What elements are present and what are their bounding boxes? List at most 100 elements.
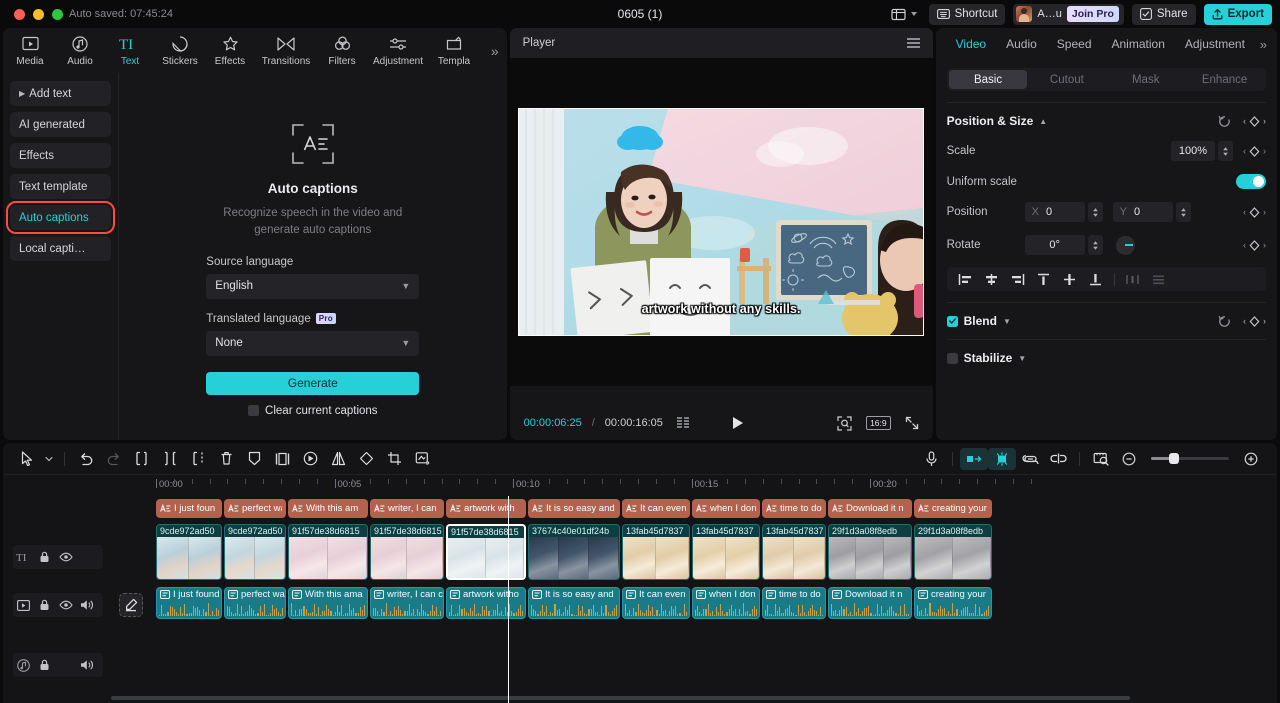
position-keyframe[interactable]: ‹ › <box>1243 207 1266 218</box>
share-button[interactable]: Share <box>1132 4 1196 25</box>
timeline-video-clip[interactable]: 9cde972ad50 <box>156 524 222 580</box>
crop-icon[interactable] <box>380 448 408 470</box>
generate-button[interactable]: Generate <box>206 372 419 395</box>
timeline-video-clip[interactable]: 9cde972ad50 <box>224 524 286 580</box>
delete-icon[interactable] <box>212 448 240 470</box>
scale-keyframe[interactable]: ‹ › <box>1243 146 1266 157</box>
record-voiceover-icon[interactable] <box>917 448 945 470</box>
timeline-audio-clip[interactable]: artwork witho <box>446 587 526 619</box>
category-more-button[interactable]: » <box>491 43 499 59</box>
blend-checkbox[interactable] <box>947 316 958 327</box>
stabilize-section-header[interactable]: Stabilize ▼ <box>947 351 1266 365</box>
select-tool-dropdown-icon[interactable] <box>41 448 57 470</box>
category-filters[interactable]: Filters <box>317 30 367 72</box>
distribute-horizontal-icon[interactable] <box>1120 267 1146 291</box>
category-transitions[interactable]: Transitions <box>255 30 317 72</box>
split-clip-icon[interactable] <box>184 448 212 470</box>
timeline-text-clip[interactable]: perfect wa <box>224 499 286 518</box>
tab-speed[interactable]: Speed <box>1047 37 1102 51</box>
zoom-slider-knob[interactable] <box>1169 453 1179 464</box>
translated-language-select[interactable]: None ▼ <box>206 331 419 356</box>
category-adjustment[interactable]: Adjustment <box>367 30 429 72</box>
hide-track-icon[interactable] <box>55 545 76 569</box>
lock-track-icon[interactable] <box>34 653 55 677</box>
timeline-audio-clip[interactable]: Download it n <box>828 587 912 619</box>
timeline-text-clip[interactable]: artwork with <box>446 499 526 518</box>
segment-basic[interactable]: Basic <box>949 70 1028 89</box>
position-x-input[interactable]: X 0 <box>1025 202 1085 222</box>
reset-icon[interactable] <box>1218 315 1231 328</box>
category-audio[interactable]: Audio <box>55 30 105 72</box>
timeline-audio-clip[interactable]: It is so easy and <box>528 587 620 619</box>
sidebar-item-auto-captions[interactable]: Auto captions <box>10 205 111 230</box>
zoom-to-fit-icon[interactable] <box>837 416 852 431</box>
timeline-horizontal-scrollbar[interactable] <box>111 696 1269 700</box>
rotate-clip-icon[interactable] <box>352 448 380 470</box>
source-language-select[interactable]: English ▼ <box>206 274 419 299</box>
segment-mask[interactable]: Mask <box>1106 70 1185 89</box>
layout-button[interactable] <box>887 4 921 25</box>
reset-icon[interactable] <box>1218 115 1231 128</box>
rotate-stepper[interactable] <box>1088 235 1103 255</box>
position-y-input[interactable]: Y 0 <box>1113 202 1173 222</box>
marker-icon[interactable] <box>240 448 268 470</box>
sidebar-item-add-text[interactable]: ▶ Add text <box>10 81 111 106</box>
tab-adjustment[interactable]: Adjustment <box>1175 37 1255 51</box>
account-chip[interactable]: A…u Join Pro <box>1013 4 1123 25</box>
timeline-text-clip[interactable]: I just foun <box>156 499 222 518</box>
hide-track-icon[interactable] <box>55 593 76 617</box>
category-media[interactable]: Media <box>5 30 55 72</box>
timeline-audio-clip[interactable]: I just found <box>156 587 222 619</box>
close-window-icon[interactable] <box>14 9 25 20</box>
inspector-more-button[interactable]: » <box>1260 37 1267 52</box>
position-x-stepper[interactable] <box>1088 202 1103 222</box>
window-controls[interactable] <box>8 9 63 20</box>
keyframe-control[interactable]: ‹ › <box>1243 116 1266 127</box>
align-right-icon[interactable] <box>1005 267 1031 291</box>
distribute-vertical-icon[interactable] <box>1146 267 1172 291</box>
segment-enhance[interactable]: Enhance <box>1185 70 1264 89</box>
clip-lanes[interactable]: I just founperfect waWith this amwriter,… <box>111 496 1277 703</box>
zoom-out-icon[interactable] <box>1115 448 1143 470</box>
timeline-audio-clip[interactable]: when I don <box>692 587 760 619</box>
timeline-text-clip[interactable]: writer, I can <box>370 499 444 518</box>
timeline-text-clip[interactable]: With this am <box>288 499 368 518</box>
tab-audio[interactable]: Audio <box>996 37 1047 51</box>
rotate-input[interactable]: 0° <box>1025 235 1085 255</box>
player-stage[interactable]: artwork without any skills. <box>510 58 933 386</box>
align-center-vertical-icon[interactable] <box>1057 267 1083 291</box>
category-stickers[interactable]: Stickers <box>155 30 205 72</box>
timeline-audio-clip[interactable]: With this ama <box>288 587 368 619</box>
split-right-icon[interactable] <box>156 448 184 470</box>
segment-cutout[interactable]: Cutout <box>1027 70 1106 89</box>
link-clips-icon[interactable] <box>1016 448 1044 470</box>
align-left-icon[interactable] <box>953 267 979 291</box>
shortcut-button[interactable]: Shortcut <box>929 4 1006 25</box>
sidebar-item-effects[interactable]: Effects <box>10 143 111 168</box>
lock-track-icon[interactable] <box>34 545 55 569</box>
stabilize-checkbox[interactable] <box>947 353 958 364</box>
video-preview[interactable]: artwork without any skills. <box>518 108 924 336</box>
player-menu-icon[interactable] <box>907 38 920 48</box>
timeline-ruler[interactable]: 00:0000:0500:1000:1500:20 <box>3 474 1277 496</box>
align-center-horizontal-icon[interactable] <box>979 267 1005 291</box>
timeline-audio-clip[interactable]: It can even <box>622 587 690 619</box>
blend-keyframe[interactable]: ‹ › <box>1243 316 1266 327</box>
uniform-scale-toggle[interactable] <box>1236 174 1266 189</box>
timeline-video-clip[interactable]: 29f1d3a08f8edb <box>914 524 992 580</box>
scrollbar-thumb[interactable] <box>111 696 1130 700</box>
freeze-frame-icon[interactable] <box>268 448 296 470</box>
timeline-video-clip[interactable]: 29f1d3a08f8edb <box>828 524 912 580</box>
align-top-icon[interactable] <box>1031 267 1057 291</box>
undo-icon[interactable] <box>72 448 100 470</box>
rotate-dial[interactable] <box>1116 236 1135 255</box>
maximize-window-icon[interactable] <box>52 9 63 20</box>
sidebar-item-local-captions[interactable]: Local capti… <box>10 236 111 261</box>
select-tool-icon[interactable] <box>13 448 41 470</box>
position-y-stepper[interactable] <box>1176 202 1191 222</box>
auto-fit-icon[interactable] <box>960 448 988 470</box>
category-text[interactable]: TI Text <box>105 30 155 72</box>
tab-video[interactable]: Video <box>946 37 996 51</box>
timeline-zoom-slider[interactable] <box>1151 457 1229 460</box>
timeline-video-clip[interactable]: 91f57de38d6815 <box>446 524 526 580</box>
